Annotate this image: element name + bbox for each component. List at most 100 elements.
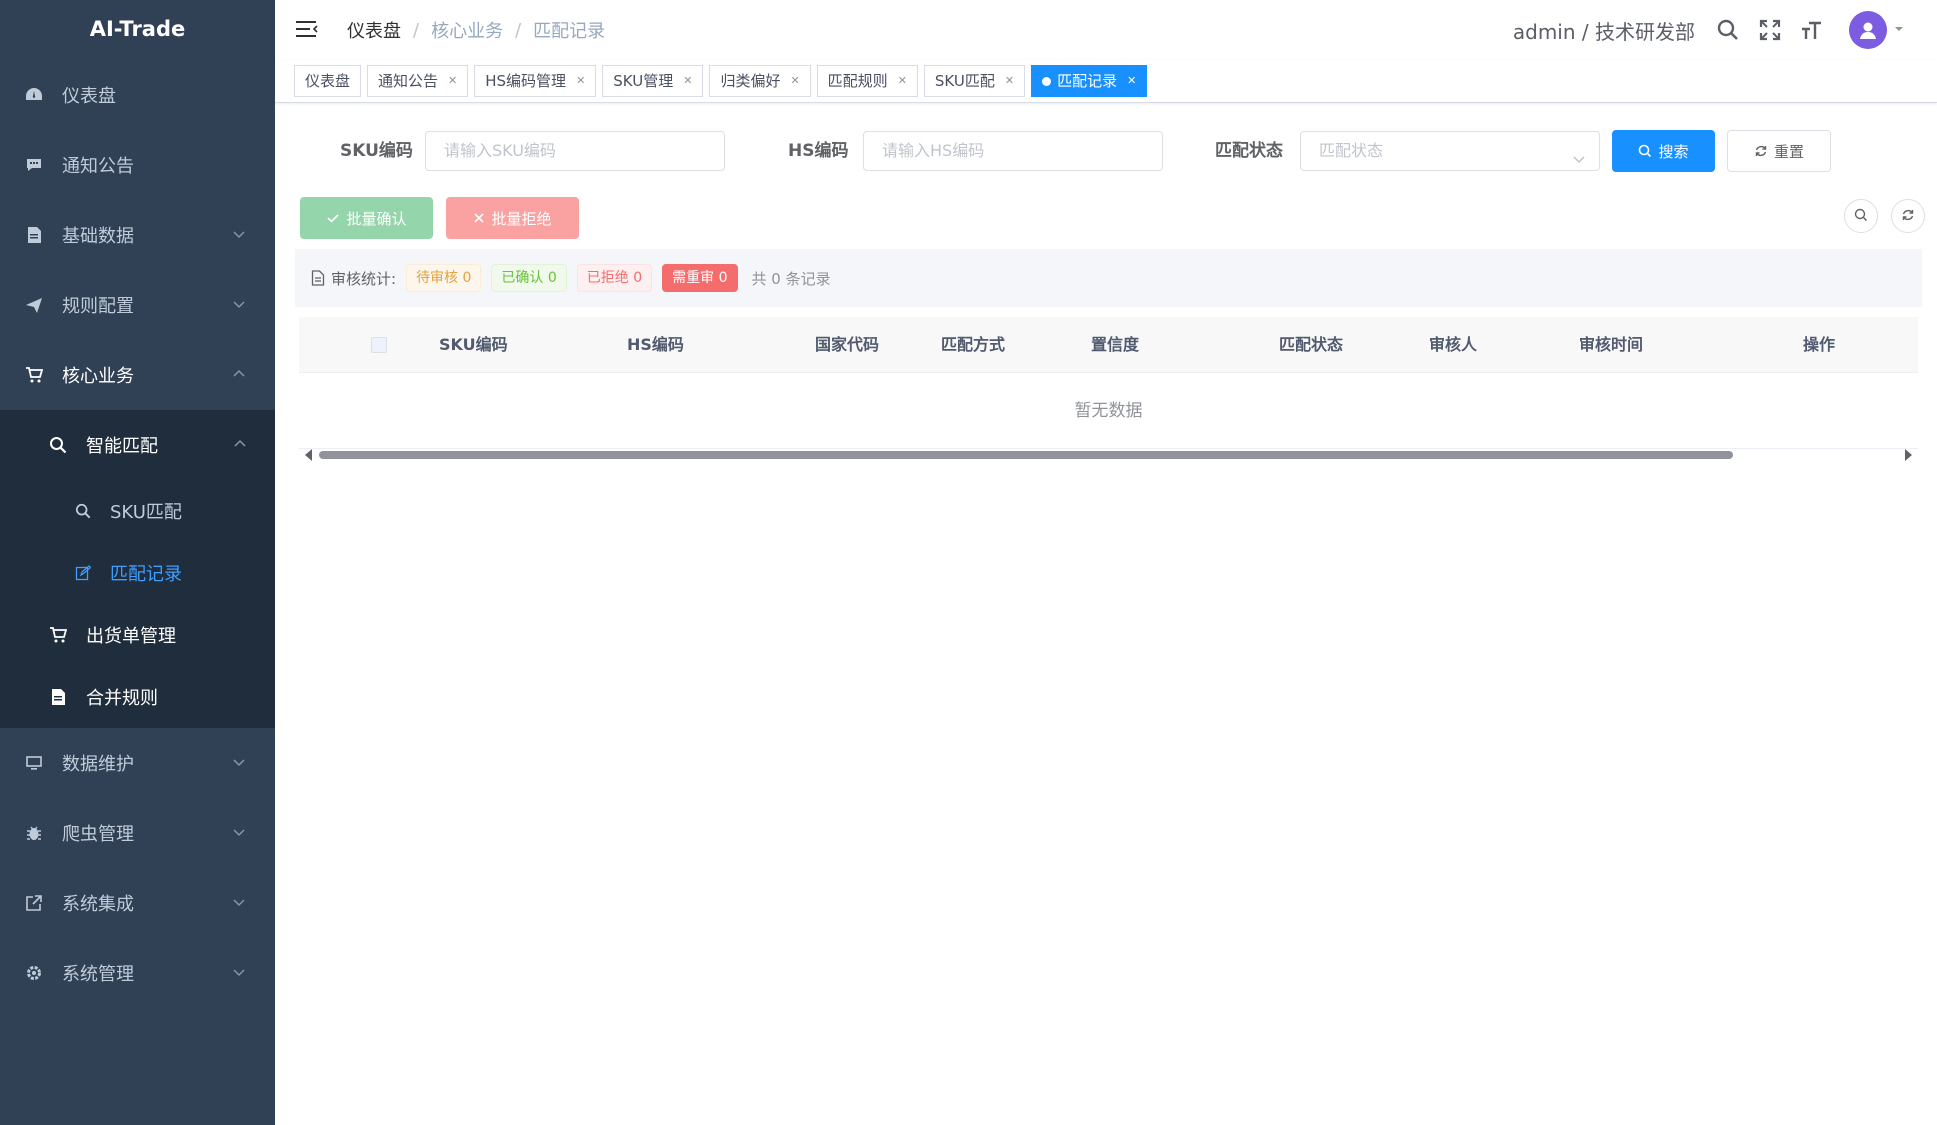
scroll-left-arrow[interactable] <box>305 449 312 461</box>
sidebar-item-system-integration[interactable]: 系统集成 <box>0 868 275 938</box>
sidebar-item-rule-config[interactable]: 规则配置 <box>0 270 275 340</box>
sidebar-item-data-maintenance[interactable]: 数据维护 <box>0 728 275 798</box>
sidebar-item-notices[interactable]: 通知公告 <box>0 130 275 200</box>
column-header[interactable]: 匹配状态 <box>1279 317 1343 373</box>
search-icon <box>1854 207 1868 226</box>
sidebar-item-match-records[interactable]: 匹配记录 <box>0 542 275 604</box>
scrollbar-thumb[interactable] <box>319 451 1733 459</box>
match-status-select[interactable]: 匹配状态 <box>1300 131 1600 171</box>
tag-label: 仪表盘 <box>305 72 351 90</box>
column-header[interactable]: SKU编码 <box>439 317 508 373</box>
close-icon[interactable]: ✕ <box>1127 66 1136 96</box>
document-icon <box>48 687 68 707</box>
column-header[interactable]: 置信度 <box>1091 317 1139 373</box>
refresh-button[interactable] <box>1891 199 1925 233</box>
column-header[interactable]: 审核时间 <box>1579 317 1643 373</box>
tag-classification-preference[interactable]: 归类偏好 ✕ <box>709 65 811 97</box>
sidebar-item-label: 通知公告 <box>62 156 134 177</box>
tag-sku-management[interactable]: SKU管理 ✕ <box>602 65 704 97</box>
avatar[interactable] <box>1849 11 1887 49</box>
sidebar-item-merge-rules[interactable]: 合并规则 <box>0 666 275 728</box>
match-records-table: SKU编码 HS编码 国家代码 匹配方式 置信度 匹配状态 审核人 审核时间 操… <box>299 317 1918 449</box>
hs-code-input[interactable]: 请输入HS编码 <box>863 131 1163 171</box>
sidebar-item-dashboard[interactable]: 仪表盘 <box>0 60 275 130</box>
sku-code-input[interactable]: 请输入SKU编码 <box>425 131 725 171</box>
batch-reject-button[interactable]: 批量拒绝 <box>446 197 579 239</box>
close-icon[interactable]: ✕ <box>448 66 457 96</box>
tag-sku-match[interactable]: SKU匹配 ✕ <box>923 65 1026 97</box>
scrollbar-track[interactable] <box>319 451 1898 459</box>
sidebar-item-label: 出货单管理 <box>86 626 176 647</box>
font-size-icon[interactable] <box>1799 17 1825 43</box>
tag-dashboard[interactable]: 仪表盘 <box>294 65 362 97</box>
breadcrumb-separator: / <box>515 19 522 41</box>
total-records: 共 0 条记录 <box>751 269 831 288</box>
hamburger-icon[interactable] <box>295 18 319 40</box>
match-status-placeholder: 匹配状态 <box>1319 141 1384 160</box>
document-icon <box>24 225 44 245</box>
hs-code-label: HS编码 <box>788 141 849 161</box>
monitor-icon <box>24 753 44 773</box>
search-button[interactable]: 搜索 <box>1612 130 1715 172</box>
review-stats-bar: 审核统计: 待审核 0 已确认 0 已拒绝 0 需重审 0 共 0 条记录 <box>295 249 1922 307</box>
sidebar-item-sku-match[interactable]: SKU匹配 <box>0 480 275 542</box>
column-header[interactable]: 操作 <box>1803 317 1835 373</box>
column-header[interactable]: HS编码 <box>627 317 684 373</box>
dashboard-icon <box>24 85 44 105</box>
chevron-down-icon <box>231 755 247 771</box>
sidebar-item-label: 爬虫管理 <box>62 824 134 845</box>
column-header[interactable]: 国家代码 <box>815 317 879 373</box>
review-stats-label: 审核统计: <box>331 269 397 288</box>
message-icon <box>24 155 44 175</box>
re-review-badge: 需重审 0 <box>662 264 738 292</box>
close-icon[interactable]: ✕ <box>683 66 692 96</box>
rejected-badge: 已拒绝 0 <box>576 264 653 292</box>
sidebar-item-label: 基础数据 <box>62 226 134 247</box>
tag-label: HS编码管理 <box>485 72 567 90</box>
sidebar-item-base-data[interactable]: 基础数据 <box>0 200 275 270</box>
sidebar-item-core-business[interactable]: 核心业务 <box>0 340 275 410</box>
tag-notices[interactable]: 通知公告 ✕ <box>367 65 469 97</box>
reset-button[interactable]: 重置 <box>1727 130 1831 172</box>
column-header[interactable]: 审核人 <box>1429 317 1477 373</box>
close-icon[interactable]: ✕ <box>790 66 799 96</box>
column-header[interactable]: 匹配方式 <box>941 317 1005 373</box>
app-root: AI-Trade 仪表盘 通知公告 基础数据 规则配置 核心业务 智能匹配 SK… <box>0 0 1937 1125</box>
search-icon <box>1638 144 1652 158</box>
tag-match-records[interactable]: 匹配记录 ✕ <box>1031 65 1148 97</box>
tag-label: 匹配规则 <box>827 72 888 90</box>
search-button-label: 搜索 <box>1658 142 1689 161</box>
sidebar-item-shipment[interactable]: 出货单管理 <box>0 604 275 666</box>
close-icon[interactable]: ✕ <box>898 66 907 96</box>
scroll-right-arrow[interactable] <box>1905 449 1912 461</box>
close-icon[interactable]: ✕ <box>1005 66 1014 96</box>
sidebar-item-label: 智能匹配 <box>86 436 158 457</box>
toggle-search-button[interactable] <box>1844 199 1878 233</box>
breadcrumb-item[interactable]: 仪表盘 <box>347 17 401 43</box>
tag-label: SKU管理 <box>613 72 674 90</box>
close-icon[interactable]: ✕ <box>576 66 585 96</box>
sidebar-item-smart-match[interactable]: 智能匹配 <box>0 410 275 480</box>
fullscreen-icon[interactable] <box>1757 17 1783 43</box>
edit-icon <box>74 564 92 582</box>
caret-down-icon[interactable] <box>1893 23 1907 37</box>
refresh-icon <box>1754 144 1768 158</box>
batch-confirm-button[interactable]: 批量确认 <box>300 197 433 239</box>
gear-icon <box>24 963 44 983</box>
tag-hs-code-management[interactable]: HS编码管理 ✕ <box>474 65 597 97</box>
sidebar-item-crawler[interactable]: 爬虫管理 <box>0 798 275 868</box>
sidebar-item-label: 规则配置 <box>62 296 134 317</box>
sidebar-item-label: 核心业务 <box>62 366 134 387</box>
app-logo-title[interactable]: AI-Trade <box>0 0 275 60</box>
tag-label: 通知公告 <box>378 72 439 90</box>
sidebar-item-system-management[interactable]: 系统管理 <box>0 938 275 1008</box>
search-icon[interactable] <box>1715 17 1741 43</box>
select-all-checkbox[interactable] <box>371 337 387 353</box>
cart-icon <box>24 365 44 385</box>
external-link-icon <box>24 893 44 913</box>
search-icon <box>74 502 92 520</box>
tag-match-rules[interactable]: 匹配规则 ✕ <box>816 65 918 97</box>
chevron-down-icon <box>231 825 247 841</box>
chevron-down-icon <box>231 297 247 313</box>
horizontal-scrollbar[interactable] <box>299 445 1918 465</box>
